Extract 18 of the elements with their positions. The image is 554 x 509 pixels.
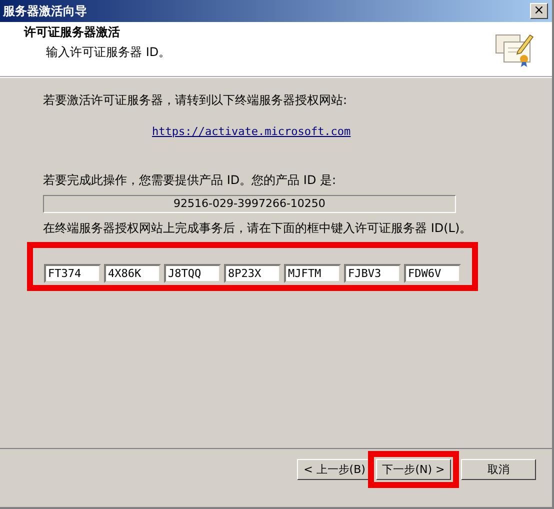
close-button[interactable]: × — [530, 3, 548, 19]
server-id-field[interactable]: J8TQQ — [164, 264, 221, 283]
server-id-field[interactable]: FJBV3 — [344, 264, 401, 283]
server-id-label: 在终端服务器授权网站上完成事务后，请在下面的框中键入许可证服务器 ID(L)。 — [43, 220, 472, 237]
page-subtitle: 输入许可证服务器 ID。 — [45, 44, 171, 60]
wizard-button[interactable]: 下一步(N) > — [376, 459, 451, 480]
product-id-field: 92516-029-3997266-10250 — [43, 195, 456, 213]
activation-link[interactable]: https://activate.microsoft.com — [152, 125, 351, 138]
server-id-field[interactable]: FDW6V — [404, 264, 461, 283]
instruction-text: 若要激活许可证服务器，请转到以下终端服务器授权网站: — [43, 92, 348, 109]
page-title: 许可证服务器激活 — [24, 24, 121, 40]
server-id-field[interactable]: 8P23X — [224, 264, 281, 283]
server-id-field[interactable]: 4X86K — [104, 264, 161, 283]
window-title: 服务器激活向导 — [3, 2, 87, 20]
wizard-button[interactable]: 取消 — [461, 459, 536, 480]
server-id-field[interactable]: FT374 — [44, 264, 101, 283]
server-id-field[interactable]: MJFTM — [284, 264, 341, 283]
product-id-label: 若要完成此操作，您需要提供产品 ID。您的产品 ID 是: — [43, 172, 336, 189]
